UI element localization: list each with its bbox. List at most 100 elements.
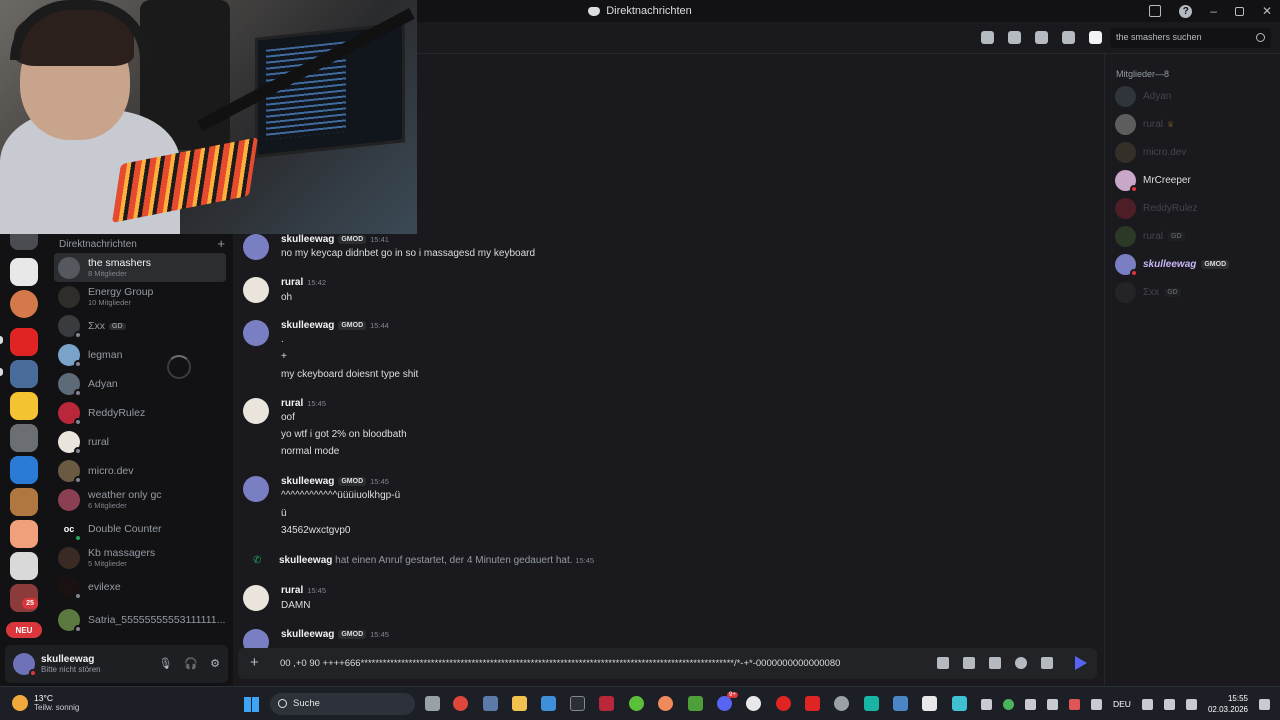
store-icon[interactable] — [541, 696, 556, 711]
youtube-icon[interactable] — [805, 696, 820, 711]
chrome-icon[interactable] — [453, 696, 468, 711]
inbox-icon[interactable] — [1149, 5, 1162, 17]
tray-app-icon[interactable] — [1047, 698, 1058, 710]
dm-item[interactable]: legman — [54, 340, 226, 369]
server-icon[interactable] — [10, 360, 38, 388]
notification-icon[interactable] — [1259, 698, 1270, 710]
dm-item[interactable]: oc Double Counter — [54, 514, 226, 543]
avatar[interactable] — [243, 320, 269, 346]
pin-icon[interactable] — [1035, 31, 1048, 44]
server-icon[interactable] — [10, 456, 38, 484]
close-button[interactable]: ✕ — [1262, 4, 1272, 18]
gear-icon[interactable]: ⚙ — [210, 657, 220, 670]
member-item[interactable]: skulleewag GMOD — [1115, 252, 1230, 277]
app-icon[interactable] — [570, 696, 585, 711]
avatar[interactable] — [243, 234, 269, 260]
server-icon[interactable] — [10, 328, 38, 356]
start-icon[interactable] — [244, 697, 259, 712]
dm-item[interactable]: Satria_55555555553111111... — [54, 605, 226, 634]
message-input[interactable]: + 00 ,+0 90 ++++666*********************… — [238, 648, 1097, 679]
keyboard-icon[interactable] — [1091, 698, 1102, 710]
clock[interactable]: 15:55 02.03.2026 — [1208, 693, 1248, 715]
gif-icon[interactable] — [963, 657, 975, 669]
dm-item[interactable]: weather only gc 6 Mitglieder — [54, 485, 226, 514]
app-icon[interactable] — [658, 696, 673, 711]
member-item[interactable]: micro.dev — [1115, 140, 1186, 164]
dm-item[interactable]: Adyan — [54, 369, 226, 398]
gift-icon[interactable] — [937, 657, 949, 669]
language-indicator[interactable]: DEU — [1113, 699, 1131, 709]
chevron-up-icon[interactable] — [981, 698, 992, 710]
server-icon[interactable] — [10, 258, 38, 286]
author-name[interactable]: rural — [281, 277, 303, 288]
microphone-icon[interactable]: 🎙 — [158, 657, 172, 670]
dm-item[interactable]: rural — [54, 427, 226, 456]
member-item[interactable]: ReddyRulez — [1115, 196, 1197, 220]
author-name[interactable]: skulleewag — [281, 320, 334, 331]
dm-item[interactable]: the smashers 8 Mitglieder — [54, 253, 226, 282]
search-input[interactable]: the smashers suchen — [1110, 28, 1271, 48]
task-view-icon[interactable] — [425, 696, 440, 711]
server-icon[interactable] — [10, 424, 38, 452]
app-icon[interactable] — [599, 696, 614, 711]
member-item[interactable]: rural ♛ — [1115, 112, 1174, 136]
app-icon[interactable] — [746, 696, 761, 711]
app-icon[interactable] — [922, 696, 937, 711]
record-icon[interactable] — [776, 696, 791, 711]
battery-icon[interactable] — [1185, 698, 1197, 710]
weather-widget[interactable]: 13°C Teilw. sonnig — [12, 693, 79, 712]
member-item[interactable]: Σxx GD — [1115, 280, 1181, 304]
server-icon[interactable] — [10, 488, 38, 516]
discord-icon[interactable] — [717, 696, 732, 711]
headphones-icon[interactable]: 🎧 — [184, 657, 198, 670]
dm-item[interactable]: Energy Group 10 Mitglieder — [54, 282, 226, 311]
dm-item[interactable]: micro.dev — [54, 456, 226, 485]
server-icon[interactable] — [10, 290, 38, 318]
help-icon[interactable]: ? — [1179, 4, 1193, 18]
dm-item[interactable]: Kb massagers 5 Mitglieder — [54, 543, 226, 572]
maximize-button[interactable] — [1234, 6, 1244, 16]
attach-icon[interactable]: + — [250, 654, 259, 671]
xbox-icon[interactable] — [629, 696, 644, 711]
server-icon[interactable] — [10, 234, 38, 250]
avatar[interactable] — [243, 398, 269, 424]
member-item[interactable]: rural GD — [1115, 224, 1185, 248]
add-friend-icon[interactable] — [1062, 31, 1075, 44]
author-name[interactable]: skulleewag — [281, 476, 334, 487]
minecraft-icon[interactable] — [688, 696, 703, 711]
create-dm-icon[interactable]: + — [217, 237, 225, 250]
member-item[interactable]: Adyan — [1115, 84, 1171, 108]
author-name[interactable]: skulleewag — [281, 629, 334, 640]
server-icon[interactable] — [10, 392, 38, 420]
app-icon[interactable] — [864, 696, 879, 711]
member-list-icon[interactable] — [1089, 31, 1102, 44]
steam-icon[interactable] — [893, 696, 908, 711]
emoji-icon[interactable] — [1015, 657, 1027, 669]
volume-icon[interactable] — [1163, 698, 1175, 710]
file-explorer-icon[interactable] — [512, 696, 527, 711]
dm-item[interactable]: ReddyRulez — [54, 398, 226, 427]
dm-item[interactable]: Σxx GD — [54, 311, 226, 340]
tray-app-icon[interactable] — [1003, 698, 1014, 710]
dm-item[interactable]: evilexe — [54, 572, 226, 601]
calculator-icon[interactable] — [483, 696, 498, 711]
minimize-button[interactable]: – — [1210, 4, 1217, 18]
server-icon[interactable] — [10, 552, 38, 580]
avatar[interactable] — [243, 277, 269, 303]
author-name[interactable]: rural — [281, 585, 303, 596]
microphone-icon[interactable] — [1069, 698, 1080, 710]
app-icon[interactable] — [952, 696, 967, 711]
apps-icon[interactable] — [1041, 657, 1053, 669]
sticker-icon[interactable] — [989, 657, 1001, 669]
member-item[interactable]: MrCreeper — [1115, 168, 1191, 193]
author-name[interactable]: rural — [281, 398, 303, 409]
avatar[interactable] — [243, 476, 269, 502]
new-label[interactable]: NEU — [6, 622, 42, 638]
network-icon[interactable] — [1141, 698, 1153, 710]
avatar[interactable] — [243, 585, 269, 611]
server-icon[interactable] — [10, 520, 38, 548]
voice-call-icon[interactable] — [981, 31, 994, 44]
video-call-icon[interactable] — [1008, 31, 1021, 44]
app-icon[interactable] — [834, 696, 849, 711]
avatar[interactable] — [13, 653, 37, 677]
